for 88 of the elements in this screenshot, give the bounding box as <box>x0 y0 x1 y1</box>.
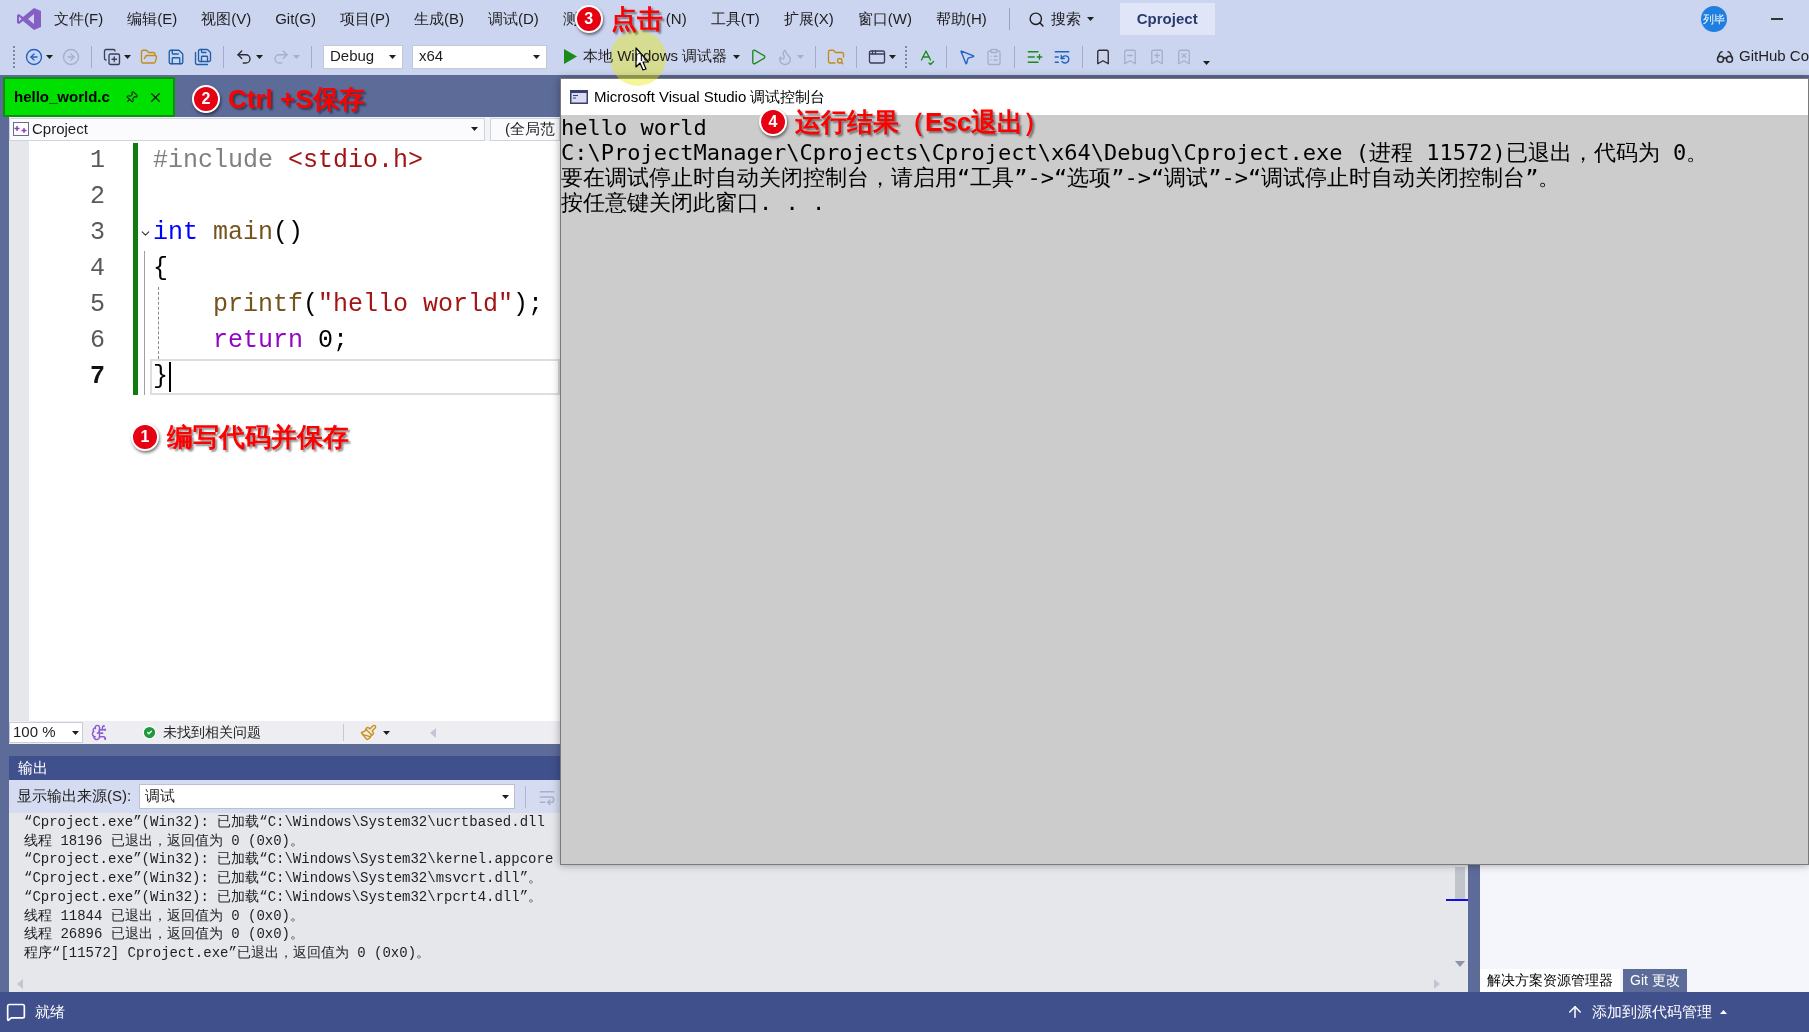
output-line: “Cproject.exe”(Win32): 已加载“C:\Windows\System32\rpcrt4.dll”。 <box>24 887 543 907</box>
toolbar-dropdown[interactable]: Debug <box>323 44 403 69</box>
line-number: 2 <box>90 181 105 214</box>
menu-item[interactable]: 编辑(E) <box>127 9 178 29</box>
grip-handle[interactable] <box>905 45 909 68</box>
callout-text: Ctrl +S保存 <box>228 84 365 114</box>
output-line: 线程 11844 已退出，返回值为 0 (0x0)。 <box>24 906 305 926</box>
caret-icon <box>1086 17 1094 21</box>
console-icon <box>570 90 588 104</box>
menu-item[interactable]: 调试(D) <box>488 9 539 29</box>
check-circle-icon <box>142 725 157 740</box>
callout-text: 运行结果（Esc退出） <box>795 107 1050 137</box>
panel-title: 输出 <box>18 757 48 778</box>
account-avatar[interactable]: 列毕 <box>1701 6 1727 32</box>
caret-icon <box>72 730 79 735</box>
console-line: C:\ProjectManager\Cprojects\Cproject\x64\Debug\Cproject.exe (进程 11572)已退出，代码为 0。 <box>561 140 1709 165</box>
line-number: 4 <box>90 253 105 286</box>
caret-up-icon <box>1720 1010 1727 1014</box>
caret-icon <box>502 794 510 799</box>
indent-guide <box>158 287 159 359</box>
cleanup-button[interactable] <box>360 724 390 741</box>
output-line: 线程 26896 已退出，返回值为 0 (0x0)。 <box>24 925 305 944</box>
line-number: 1 <box>90 145 105 178</box>
menu-item[interactable]: 视图(V) <box>201 9 252 29</box>
brush-icon <box>360 724 377 741</box>
line-number: 5 <box>90 289 105 322</box>
panel-tab[interactable]: 解决方案资源管理器 <box>1480 969 1620 992</box>
panel-tab[interactable]: Git 更改 <box>1623 969 1687 992</box>
logo-icon <box>16 7 42 31</box>
grip-handle[interactable] <box>13 45 16 68</box>
menu-item[interactable]: 扩展(X) <box>783 9 834 29</box>
menu-item[interactable]: 工具(T) <box>710 9 760 29</box>
scope-dropdown[interactable]: (全局范 <box>490 117 560 141</box>
console-line: 要在调试停止时自动关闭控制台，请启用“工具”->“选项”->“调试”->“调试停止时自动关闭控制台”。 <box>561 165 1561 190</box>
zoom-dropdown[interactable]: 100 % <box>9 722 83 743</box>
copilot-button[interactable]: GitHub Co <box>1715 45 1809 68</box>
caret-icon <box>733 54 741 59</box>
caret-icon <box>1203 60 1211 65</box>
caret-icon <box>389 54 396 59</box>
project-icon <box>13 122 29 136</box>
code-line: } <box>153 361 168 394</box>
menu-item[interactable]: 项目(P) <box>340 9 390 29</box>
source-label: 显示输出来源(S): <box>17 786 132 807</box>
status-text: 就绪 <box>35 1001 65 1022</box>
step-badge: 2 <box>192 85 220 113</box>
source-dropdown[interactable]: 调试 <box>139 784 516 809</box>
line-number: 7 <box>90 361 105 394</box>
caret-icon <box>383 730 390 735</box>
menu-item[interactable]: 生成(B) <box>414 9 464 29</box>
scroll-down-icon[interactable] <box>1455 961 1465 967</box>
menu-item[interactable]: Git(G) <box>275 9 316 29</box>
play-icon <box>564 49 577 64</box>
search-button[interactable]: 搜索 <box>1027 7 1094 31</box>
line-number: 6 <box>90 325 105 358</box>
search-icon <box>1027 10 1045 28</box>
output-line: “Cproject.exe”(Win32): 已加载“C:\Windows\System32\kernel.appcore <box>24 850 554 870</box>
caret-icon <box>533 54 540 59</box>
issues-status: 未找到相关问题 <box>163 723 261 742</box>
scroll-position-marker <box>1446 899 1468 901</box>
code-line: { <box>153 253 168 286</box>
code-line: printf("hello world"); <box>213 289 544 322</box>
callout-text: 编写代码并保存 <box>167 422 349 452</box>
window-title: Microsoft Visual Studio 调试控制台 <box>594 86 826 107</box>
scrollbar-thumb[interactable] <box>1455 867 1465 899</box>
code-line: int main() <box>153 217 304 250</box>
editor-tab[interactable]: hello_world.c <box>3 77 175 117</box>
menu-item[interactable]: (N) <box>665 9 687 29</box>
project-dropdown[interactable]: Cproject <box>9 117 485 141</box>
code-line: #include <stdio.h> <box>153 145 424 178</box>
menu-item[interactable]: 窗口(W) <box>857 9 912 29</box>
line-number: 3 <box>90 217 105 250</box>
menu-item[interactable]: 帮助(H) <box>935 9 987 29</box>
comment-icon[interactable] <box>6 1002 26 1022</box>
menu-item[interactable]: 文件(F) <box>54 9 104 29</box>
output-line: 程序“[11572] Cproject.exe”已退出，返回值为 0 (0x0)。 <box>24 943 431 963</box>
callout-text: 点击 <box>610 4 663 34</box>
console-line: 按任意键关闭此窗口. . . <box>561 190 826 215</box>
code-line: return 0; <box>213 325 349 358</box>
solution-name: Cproject <box>1119 3 1215 35</box>
brain-icon[interactable] <box>91 724 108 741</box>
source-control-button[interactable]: 添加到源代码管理 <box>1566 1000 1727 1024</box>
output-line: “Cproject.exe”(Win32): 已加载“C:\Windows\System32\ucrtbased.dll <box>24 813 545 832</box>
output-line: 线程 18196 已退出，返回值为 0 (0x0)。 <box>24 831 305 851</box>
output-line: “Cproject.exe”(Win32): 已加载“C:\Windows\System32\msvcrt.dll”。 <box>24 869 543 888</box>
minimize-icon <box>1771 18 1783 20</box>
console-line: hello world <box>561 115 707 140</box>
caret-icon <box>471 127 478 131</box>
toolbar-dropdown[interactable]: x64 <box>412 44 547 69</box>
